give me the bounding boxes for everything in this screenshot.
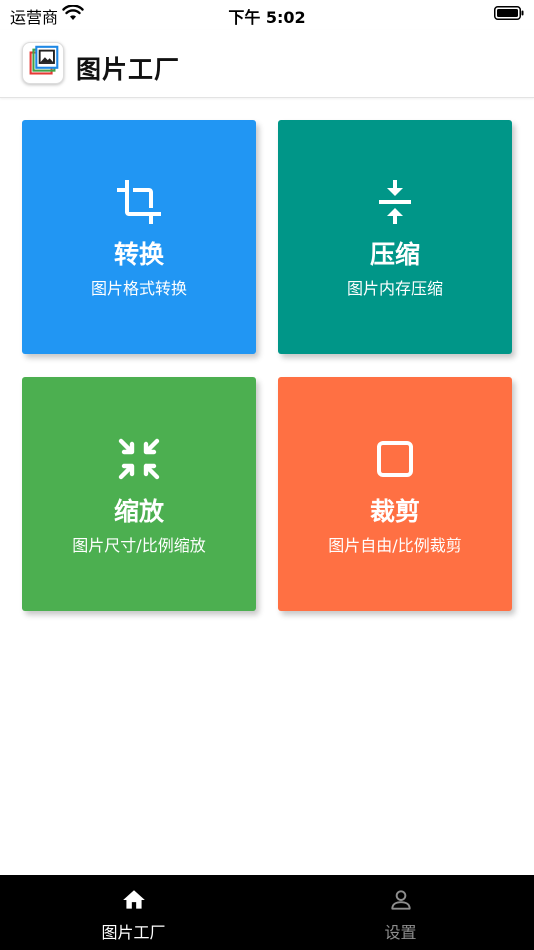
tab-home-label: 图片工厂: [101, 923, 166, 942]
crop-rotate-icon: [117, 180, 161, 224]
convert-title: 转换: [113, 240, 164, 269]
scale-subtitle: 图片尺寸/比例缩放: [72, 536, 206, 555]
crop-tile[interactable]: 裁剪 图片自由/比例裁剪: [278, 377, 512, 611]
scale-title: 缩放: [113, 497, 164, 526]
status-time: 下午 5:02: [228, 8, 306, 27]
app-logo: [22, 42, 64, 84]
tab-home[interactable]: 图片工厂: [0, 875, 267, 950]
compress-tile[interactable]: 压缩 图片内存压缩: [278, 120, 512, 354]
crop-square-icon: [377, 441, 413, 477]
crop-subtitle: 图片自由/比例裁剪: [328, 536, 462, 555]
person-icon: [390, 890, 411, 910]
app-title: 图片工厂: [76, 55, 181, 84]
tab-bar: 图片工厂 设置: [0, 875, 534, 950]
image-gallery-icon: [29, 45, 59, 75]
battery-icon: [494, 6, 524, 20]
home-icon: [122, 890, 145, 909]
status-bar: 运营商 下午 5:02: [0, 0, 534, 30]
compress-subtitle: 图片内存压缩: [346, 279, 443, 298]
scale-tile[interactable]: 缩放 图片尺寸/比例缩放: [22, 377, 256, 611]
crop-title: 裁剪: [369, 497, 420, 526]
tab-settings-label: 设置: [384, 923, 417, 942]
vertical-align-center-icon: [379, 180, 411, 224]
fullscreen-exit-icon: [118, 438, 160, 480]
compress-title: 压缩: [369, 240, 420, 269]
convert-tile[interactable]: 转换 图片格式转换: [22, 120, 256, 354]
app-bar: 图片工厂: [0, 30, 534, 98]
tab-settings[interactable]: 设置: [267, 875, 534, 950]
convert-subtitle: 图片格式转换: [90, 279, 187, 298]
